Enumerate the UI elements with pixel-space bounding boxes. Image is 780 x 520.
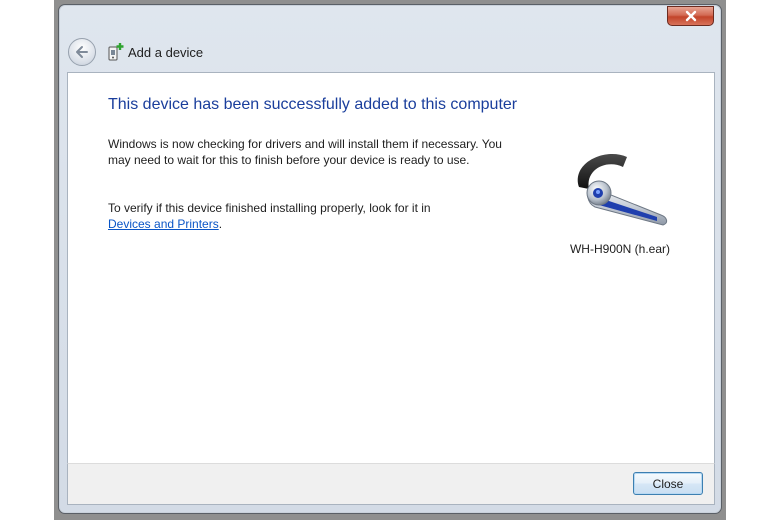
page-heading: This device has been successfully added … (108, 96, 518, 113)
verify-message-suffix: . (218, 217, 223, 231)
close-button[interactable]: Close (633, 472, 703, 495)
device-name-label: WH-H900N (h.ear) (569, 242, 671, 256)
headset-icon (577, 153, 668, 226)
verify-message: To verify if this device finished instal… (108, 200, 508, 232)
window-title: Add a device (128, 45, 204, 60)
back-arrow-icon (76, 46, 88, 58)
driver-install-message: Windows is now checking for drivers and … (108, 137, 502, 167)
back-button[interactable] (68, 38, 96, 66)
add-device-icon (108, 43, 124, 61)
close-x-icon (685, 10, 696, 22)
devices-and-printers-link[interactable]: Devices and Printers (108, 217, 219, 231)
button-bar (67, 463, 715, 505)
verify-message-text: To verify if this device finished instal… (108, 201, 431, 215)
window-close-button[interactable] (667, 6, 714, 26)
content-panel (67, 72, 715, 463)
